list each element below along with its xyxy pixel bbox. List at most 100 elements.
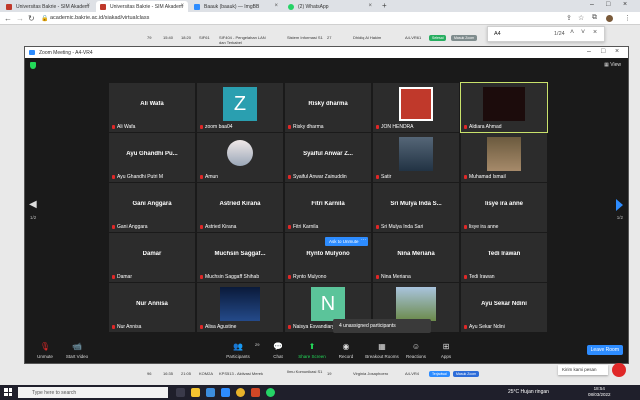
windows-start-icon[interactable] [4, 388, 12, 396]
find-prev-icon[interactable]: ˄ [570, 29, 574, 36]
reload-icon[interactable]: ↻ [28, 14, 35, 23]
participant-display-name: lisye ira anne [484, 201, 524, 207]
start-video-button[interactable]: 📹 Start Video [57, 342, 97, 359]
next-page-icon[interactable] [616, 199, 623, 211]
start-video-label: Start Video [65, 354, 89, 359]
participant-tile[interactable]: Aldiara Ahmad [460, 82, 548, 133]
close-window-icon[interactable]: × [615, 48, 619, 55]
participant-tile[interactable]: Muhamad Ismail [461, 133, 547, 182]
edge-icon[interactable] [206, 388, 215, 397]
previous-page-icon[interactable]: ◀ [29, 199, 37, 210]
maximize-icon[interactable]: □ [606, 1, 610, 8]
security-shield-icon[interactable] [30, 62, 36, 69]
participant-tile[interactable]: Alisa Agustine [197, 283, 283, 332]
participant-tile[interactable]: Risky dharma Risky dharma [285, 83, 371, 132]
record-icon: ◉ [342, 342, 350, 351]
leave-room-button[interactable]: Leave Room [586, 345, 623, 355]
participant-tile[interactable]: Sri Mulya Inda S... Sri Mulya Inda Sari [373, 183, 459, 232]
find-next-icon[interactable]: ˅ [581, 29, 585, 36]
task-view-icon[interactable] [176, 388, 185, 397]
participant-tile[interactable]: Nur Annisa Nur Annisa [109, 283, 195, 332]
extensions-icon[interactable]: ⧉ [592, 14, 597, 22]
lock-icon: 🔒 [41, 16, 49, 22]
profile-avatar[interactable] [606, 15, 613, 22]
apps-button[interactable]: ⊞ Apps [426, 342, 466, 359]
participant-profile-photo [399, 87, 433, 121]
minimize-icon[interactable]: – [587, 48, 591, 55]
forward-icon[interactable]: → [16, 14, 24, 23]
ask-to-unmute-button[interactable]: Ask to Unmute [325, 237, 363, 246]
powerpoint-icon[interactable] [251, 388, 260, 397]
maximize-icon[interactable]: □ [601, 48, 605, 55]
whatsapp-icon[interactable] [266, 388, 275, 397]
participant-tile[interactable]: Ali Wafa Ali Wafa [109, 83, 195, 132]
browser-tab-4[interactable]: (2) WhatsApp × [284, 1, 376, 12]
browser-tab-3[interactable]: Baauk (baauk) — ImgBB × [190, 1, 282, 12]
close-window-icon[interactable]: × [623, 1, 627, 8]
participant-tile[interactable]: Tedi Irawan Tedi Irawan [461, 233, 547, 282]
join-zoom-button[interactable]: Masuk Zoom [453, 371, 480, 377]
participant-tile[interactable]: Amun [197, 133, 283, 182]
participant-tile[interactable]: Nina Meriana Nina Meriana [373, 233, 459, 282]
participant-name-label: JON HENDRA [376, 124, 414, 130]
taskbar-search-input[interactable]: Type here to search [18, 387, 168, 398]
participant-display-name: Rynto Mulyono [306, 251, 350, 257]
close-tab-icon[interactable]: × [86, 3, 90, 9]
participant-tile[interactable]: Muchsin Saggaf... Muchsin Saggaff Shihab [197, 233, 283, 282]
participants-button[interactable]: 👥 Participants [218, 342, 258, 359]
participant-name: Amun [205, 174, 219, 180]
share-icon[interactable]: ⇪ [566, 14, 572, 22]
tab-title: Universitas Bakrie - SIM Akadem [16, 4, 90, 10]
more-options-icon[interactable]: ··· [359, 237, 368, 246]
participant-tile[interactable]: Ayu Ghandhi Pu... Ayu Ghandhi Putri M [109, 133, 195, 182]
zoom-meeting-window: Zoom Meeting - A4-VR4 – □ × ▦ View ◀ 1/2… [24, 46, 629, 364]
participant-tile[interactable]: Gani Anggara Gani Anggara [109, 183, 195, 232]
minimize-icon[interactable]: – [590, 1, 594, 8]
program-name: Sistem Informasi S1 [287, 35, 323, 40]
participant-tile[interactable]: JON HENDRA [373, 83, 459, 132]
weather-widget[interactable]: 25°C Hujan ringan [508, 389, 549, 395]
file-explorer-icon[interactable] [191, 388, 200, 397]
menu-icon[interactable]: ⋮ [624, 14, 631, 22]
participant-name: Gani Anggara [117, 224, 148, 230]
class-code: SIF61 [199, 35, 210, 40]
find-input[interactable]: A4 [494, 31, 501, 37]
chat-widget-button[interactable] [612, 363, 626, 377]
participant-display-name: Muchsin Saggaf... [214, 251, 266, 257]
taskbar: Type here to search 25°C Hujan ringan 18… [0, 385, 640, 400]
find-close-icon[interactable]: × [593, 29, 597, 36]
participant-tile[interactable]: Zzoom baa04 [197, 83, 283, 132]
new-tab-button[interactable]: + [382, 1, 387, 10]
close-tab-icon[interactable]: × [274, 3, 278, 9]
participant-tile[interactable]: Fitri Karnila Fitri Karnila [285, 183, 371, 232]
find-result-count: 1/24 [554, 31, 565, 37]
zoom-app-icon[interactable] [221, 388, 230, 397]
table-row: 79 15:40 18:20 SIF61 SIF404 - Pengelahan… [143, 32, 493, 46]
close-tab-icon[interactable]: × [180, 3, 184, 9]
participant-name: Alisa Agustine [205, 324, 237, 330]
participant-name-label: Fitri Karnila [288, 224, 318, 230]
participant-tile[interactable]: Astried Kirana Astried Kirana [197, 183, 283, 232]
participant-display-name: Fitri Karnila [311, 201, 345, 207]
join-zoom-button[interactable]: Masuk Zoom [451, 35, 478, 41]
participant-name-label: Ayu Sekar Ndini [464, 324, 505, 330]
participant-tile[interactable]: Damar Damar [109, 233, 195, 282]
back-icon[interactable]: ← [4, 14, 12, 23]
participant-tile[interactable]: lisye ira anne lisye ira anne [461, 183, 547, 232]
participant-tile[interactable]: Ayu Sekar Ndini Ayu Sekar Ndini [461, 283, 547, 332]
participant-display-name: Tedi Irawan [487, 251, 521, 257]
unassigned-participants-notice[interactable]: 4 unassigned participants [333, 319, 431, 333]
chat-widget-message[interactable]: Kirim kami pesan [558, 365, 608, 375]
close-tab-icon[interactable]: × [368, 3, 372, 9]
participant-tile[interactable]: Syaiful Anwar Z... Syaiful Anwar Zainuddi… [285, 133, 371, 182]
bookmark-star-icon[interactable]: ☆ [578, 14, 584, 22]
chrome-icon[interactable] [236, 388, 245, 397]
browser-tab-2[interactable]: Universitas Bakrie - SIM Akadem × [96, 1, 188, 12]
record-button[interactable]: ◉ Record [326, 342, 366, 359]
muted-mic-icon [200, 325, 203, 329]
browser-tab-1[interactable]: Universitas Bakrie - SIM Akadem × [2, 1, 94, 12]
view-button[interactable]: ▦ View [604, 62, 621, 68]
participant-tile[interactable]: Satir [373, 133, 459, 182]
taskbar-clock[interactable]: 18:54 08/03/2022 [588, 386, 611, 398]
url-field[interactable]: academic.bakrie.ac.id/siakad/virtualclas… [50, 15, 149, 21]
